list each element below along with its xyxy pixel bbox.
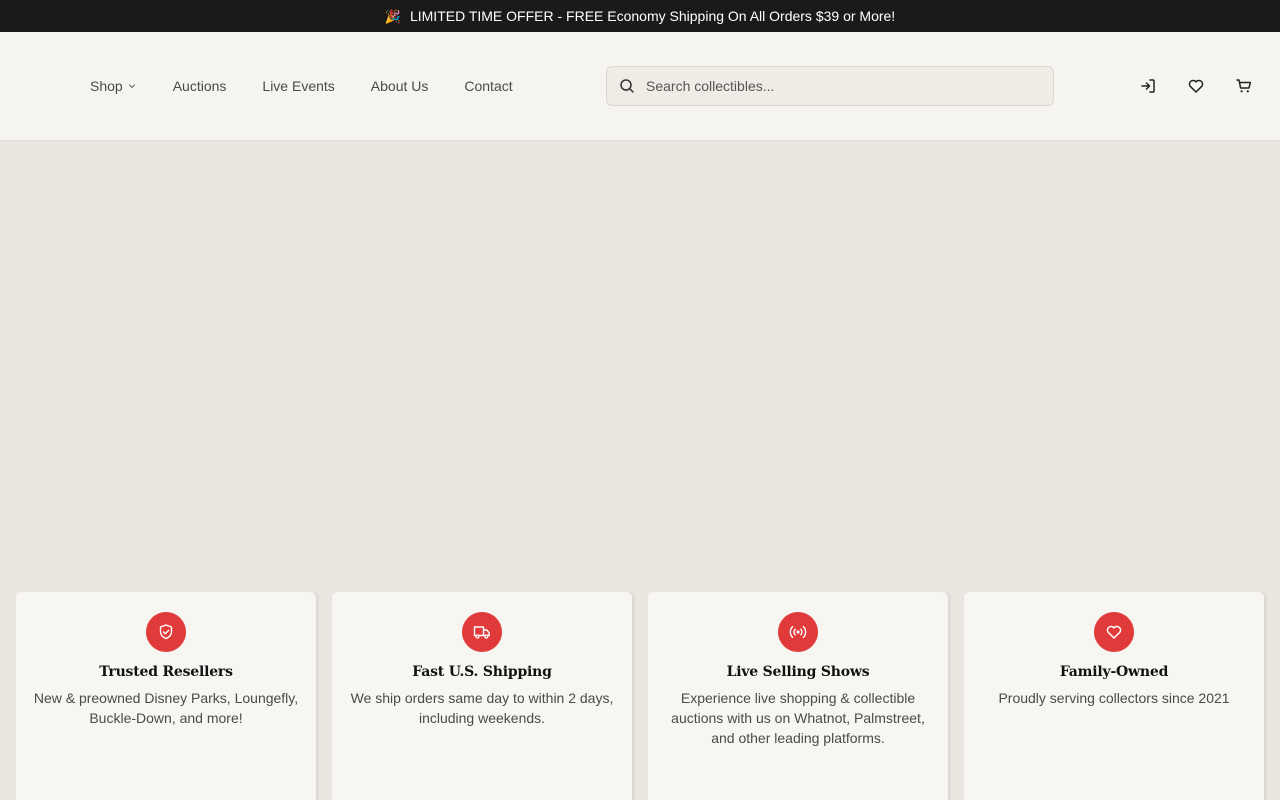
feature-text: Proudly serving collectors since 2021 — [998, 690, 1230, 706]
party-popper-icon: 🎉 — [384, 8, 401, 24]
main-nav: Shop Auctions Live Events About Us Conta… — [90, 32, 549, 140]
promo-banner: 🎉 LIMITED TIME OFFER - FREE Economy Ship… — [0, 0, 1280, 32]
site-header: Shop Auctions Live Events About Us Conta… — [0, 32, 1280, 141]
nav-shop-label: Shop — [90, 78, 123, 94]
feature-title: Family-Owned — [1059, 664, 1169, 680]
sign-in-icon[interactable] — [1138, 76, 1158, 96]
feature-text: Experience live shopping & collectible a… — [671, 690, 925, 746]
feature-card-live-shows: Live Selling Shows Experience live shopp… — [648, 592, 948, 800]
feature-text: We ship orders same day to within 2 days… — [350, 690, 614, 726]
nav-contact[interactable]: Contact — [464, 78, 512, 94]
feature-title: Trusted Resellers — [99, 664, 233, 680]
feature-card-fast-shipping: Fast U.S. Shipping We ship orders same d… — [332, 592, 632, 800]
broadcast-icon — [778, 612, 818, 652]
header-actions — [1110, 32, 1254, 140]
chevron-down-icon — [127, 81, 137, 91]
feature-title: Fast U.S. Shipping — [412, 664, 552, 680]
feature-card-family-owned: Family-Owned Proudly serving collectors … — [964, 592, 1264, 800]
heart-icon[interactable] — [1186, 76, 1206, 96]
cart-icon[interactable] — [1234, 76, 1254, 96]
search-bar — [606, 66, 1054, 106]
search-input[interactable] — [646, 78, 1026, 94]
promo-text: LIMITED TIME OFFER - FREE Economy Shippi… — [409, 8, 896, 24]
feature-cards: Trusted Resellers New & preowned Disney … — [16, 592, 1280, 800]
truck-icon — [462, 612, 502, 652]
search-icon — [619, 78, 635, 94]
nav-live-events[interactable]: Live Events — [262, 78, 334, 94]
feature-text: New & preowned Disney Parks, Loungefly, … — [33, 690, 299, 726]
heart-icon — [1094, 612, 1134, 652]
nav-auctions[interactable]: Auctions — [173, 78, 227, 94]
feature-card-trusted-resellers: Trusted Resellers New & preowned Disney … — [16, 592, 316, 800]
nav-shop[interactable]: Shop — [90, 78, 137, 94]
feature-title: Live Selling Shows — [726, 664, 870, 680]
shield-check-icon — [146, 612, 186, 652]
nav-about-us[interactable]: About Us — [371, 78, 429, 94]
